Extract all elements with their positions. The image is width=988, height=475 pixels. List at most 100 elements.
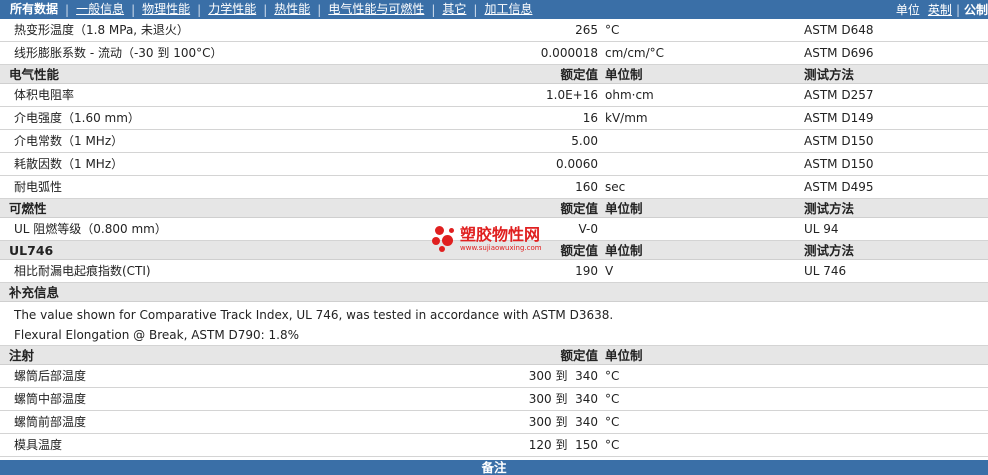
- section-title: 补充信息: [9, 285, 60, 300]
- tab-general-info[interactable]: 一般信息: [69, 0, 131, 19]
- section-title: UL746: [9, 243, 54, 258]
- supplement-note: The value shown for Comparative Track In…: [0, 305, 988, 325]
- table-row: 热变形温度（1.8 MPa, 未退火） 265 °C ASTM D648: [0, 19, 988, 42]
- property-name: 介电强度（1.60 mm）: [14, 111, 140, 125]
- unit-switcher: 单位 英制 | 公制: [892, 1, 988, 18]
- column-header-value: 额定值: [560, 201, 598, 216]
- property-unit: kV/mm: [605, 111, 648, 125]
- test-method: UL 94: [804, 222, 839, 236]
- category-tabs: 所有数据 | 一般信息 | 物理性能 | 力学性能 | 热性能 | 电气性能与可…: [0, 0, 892, 19]
- section-title: 注射: [9, 348, 35, 363]
- table-row: 线形膨胀系数 - 流动（-30 到 100°C） 0.000018 cm/cm/…: [0, 42, 988, 65]
- watermark-logo-icon: [432, 224, 458, 254]
- top-nav-bar: 所有数据 | 一般信息 | 物理性能 | 力学性能 | 热性能 | 电气性能与可…: [0, 0, 988, 19]
- column-header-unit: 单位制: [605, 67, 643, 82]
- property-value: 300 到 340: [528, 369, 598, 383]
- table-row: 耗散因数（1 MHz） 0.0060 ASTM D150: [0, 153, 988, 176]
- property-value: 16: [582, 111, 598, 125]
- property-unit: °C: [605, 438, 620, 452]
- property-name: 螺筒后部温度: [14, 369, 87, 383]
- property-value: 300 到 340: [528, 392, 598, 406]
- property-name: 热变形温度（1.8 MPa, 未退火）: [14, 23, 189, 37]
- test-method: ASTM D257: [804, 88, 874, 102]
- column-header-value: 额定值: [560, 67, 598, 82]
- property-name: 螺筒前部温度: [14, 415, 87, 429]
- table-row: 介电强度（1.60 mm） 16 kV/mm ASTM D149: [0, 107, 988, 130]
- property-value: 190: [575, 264, 598, 278]
- property-unit: °C: [605, 369, 620, 383]
- unit-metric-current: 公制: [963, 3, 988, 17]
- test-method: ASTM D150: [804, 157, 874, 171]
- property-unit: °C: [605, 23, 620, 37]
- property-value: 1.0E+16: [546, 88, 598, 102]
- watermark-url: www.sujiaowuxing.com: [460, 243, 542, 252]
- table-row: 相比耐漏电起痕指数(CTI) 190 V UL 746: [0, 260, 988, 283]
- property-name: 相比耐漏电起痕指数(CTI): [14, 264, 151, 278]
- site-watermark: 塑胶物性网 www.sujiaowuxing.com: [432, 222, 542, 256]
- property-value: 160: [575, 180, 598, 194]
- property-unit: cm/cm/°C: [605, 46, 665, 60]
- property-value: 0.0060: [556, 157, 598, 171]
- column-header-unit: 单位制: [605, 201, 643, 216]
- property-name: 体积电阻率: [14, 88, 75, 102]
- property-unit: V: [605, 264, 614, 278]
- property-unit: °C: [605, 392, 620, 406]
- test-method: ASTM D696: [804, 46, 874, 60]
- property-name: 模具温度: [14, 438, 63, 452]
- tab-mechanical[interactable]: 力学性能: [201, 0, 263, 19]
- supplement-note: Flexural Elongation @ Break, ASTM D790: …: [0, 325, 988, 346]
- tab-electrical-flammability[interactable]: 电气性能与可燃性: [321, 0, 431, 19]
- section-header-injection: 注射 额定值 单位制: [0, 346, 988, 365]
- column-header-value: 额定值: [560, 348, 598, 363]
- tab-processing[interactable]: 加工信息: [477, 0, 539, 19]
- property-value: V-0: [578, 222, 598, 236]
- property-value: 120 到 150: [528, 438, 598, 452]
- note-text: The value shown for Comparative Track In…: [14, 308, 614, 322]
- column-header-unit: 单位制: [605, 243, 643, 258]
- property-unit: sec: [605, 180, 626, 194]
- property-value: 300 到 340: [528, 415, 598, 429]
- property-name: 介电常数（1 MHz）: [14, 134, 124, 148]
- test-method: ASTM D495: [804, 180, 874, 194]
- section-header-electrical: 电气性能 额定值 单位制 测试方法: [0, 65, 988, 84]
- property-value: 5.00: [571, 134, 598, 148]
- table-row: 介电常数（1 MHz） 5.00 ASTM D150: [0, 130, 988, 153]
- tab-physical[interactable]: 物理性能: [135, 0, 197, 19]
- property-value: 265: [575, 23, 598, 37]
- property-value: 0.000018: [540, 46, 598, 60]
- notes-footer-bar: 备注: [0, 460, 988, 475]
- table-row: 模具温度 120 到 150 °C: [0, 434, 988, 457]
- column-header-method: 测试方法: [804, 67, 855, 82]
- section-title: 电气性能: [9, 67, 60, 82]
- table-row: 体积电阻率 1.0E+16 ohm·cm ASTM D257: [0, 84, 988, 107]
- table-row: 耐电弧性 160 sec ASTM D495: [0, 176, 988, 199]
- test-method: UL 746: [804, 264, 847, 278]
- test-method: ASTM D648: [804, 23, 874, 37]
- watermark-text: 塑胶物性网: [460, 224, 541, 244]
- test-method: ASTM D149: [804, 111, 874, 125]
- column-header-method: 测试方法: [804, 243, 855, 258]
- test-method: ASTM D150: [804, 134, 874, 148]
- footer-label: 备注: [481, 460, 507, 475]
- property-name: 耐电弧性: [14, 180, 63, 194]
- unit-label: 单位: [895, 3, 920, 17]
- tab-all-data[interactable]: 所有数据: [0, 0, 65, 19]
- section-header-flammability: 可燃性 额定值 单位制 测试方法: [0, 199, 988, 218]
- unit-imperial-link[interactable]: 英制: [924, 1, 956, 18]
- property-name: 线形膨胀系数 - 流动（-30 到 100°C）: [14, 46, 223, 60]
- column-header-method: 测试方法: [804, 201, 855, 216]
- property-name: 耗散因数（1 MHz）: [14, 157, 124, 171]
- table-row: 螺筒后部温度 300 到 340 °C: [0, 365, 988, 388]
- section-title: 可燃性: [9, 201, 47, 216]
- property-name: 螺筒中部温度: [14, 392, 87, 406]
- table-row: 螺筒中部温度 300 到 340 °C: [0, 388, 988, 411]
- table-row: 螺筒前部温度 300 到 340 °C: [0, 411, 988, 434]
- note-text: Flexural Elongation @ Break, ASTM D790: …: [14, 328, 300, 342]
- property-name: UL 阻燃等级（0.800 mm）: [14, 222, 167, 236]
- property-unit: °C: [605, 415, 620, 429]
- section-header-supplement: 补充信息: [0, 283, 988, 302]
- column-header-value: 额定值: [560, 243, 598, 258]
- tab-other[interactable]: 其它: [435, 0, 473, 19]
- column-header-unit: 单位制: [605, 348, 643, 363]
- tab-thermal[interactable]: 热性能: [267, 0, 317, 19]
